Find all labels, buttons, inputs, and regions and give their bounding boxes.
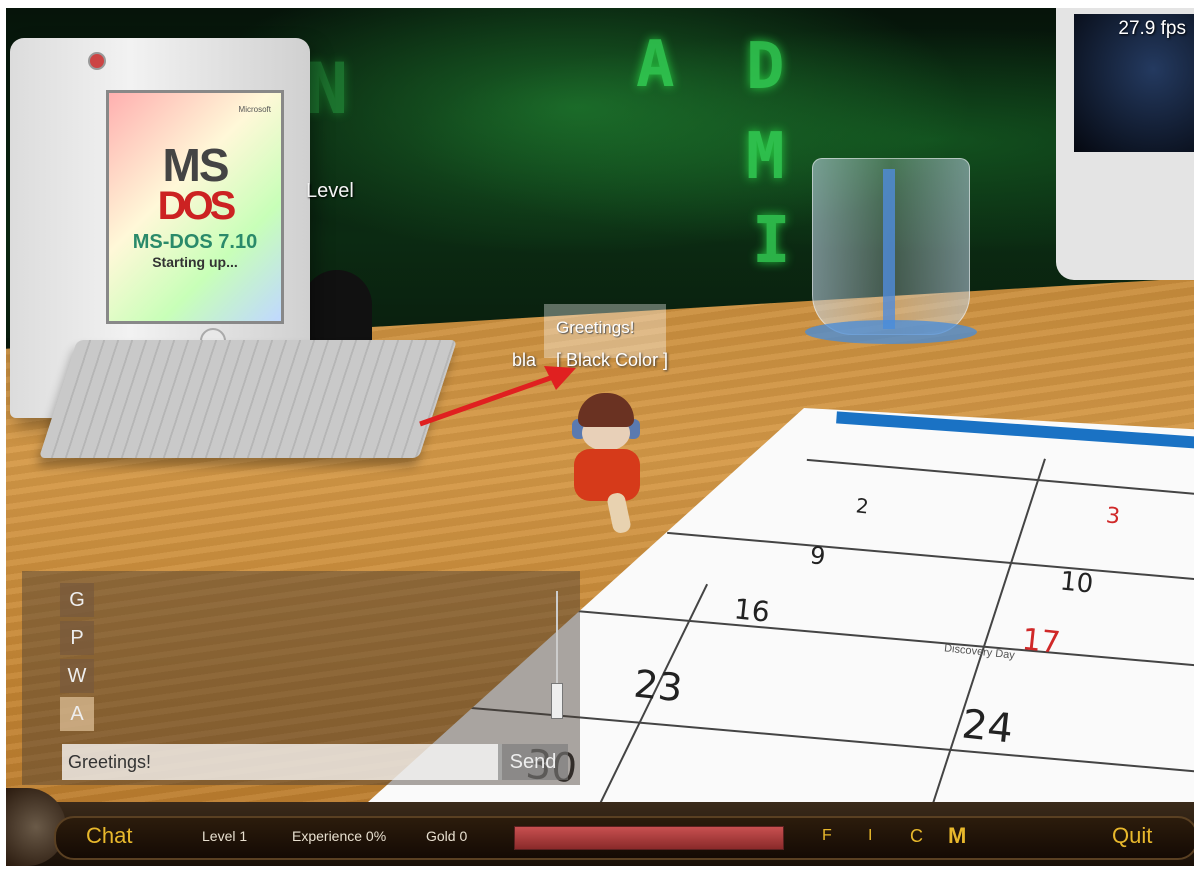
chat-input[interactable]: Greetings!: [62, 744, 502, 780]
avatar-body: [574, 449, 640, 501]
calendar-gridline: [667, 531, 1194, 587]
wall-glyph: A: [636, 28, 675, 102]
wall-glyph: N: [306, 48, 349, 130]
menu-button-i[interactable]: I: [868, 820, 872, 852]
menu-button-m[interactable]: M: [948, 820, 966, 852]
screen-version: MS-DOS 7.10: [132, 231, 258, 253]
avatar-hair: [578, 393, 634, 427]
quit-button[interactable]: Quit: [1112, 820, 1152, 852]
menu-button-c[interactable]: C: [910, 820, 923, 852]
right-monitor: [1056, 8, 1194, 280]
glass-base: [805, 320, 977, 344]
experience-bar: [514, 826, 784, 850]
menu-button-f[interactable]: F: [822, 820, 832, 852]
speaker: [302, 270, 372, 350]
red-arrow-annotation: [419, 366, 576, 427]
chat-panel: G P W A Greetings! Send: [22, 571, 580, 785]
screen-logo-ms: MS: [162, 139, 230, 191]
speech-bubble-text: Greetings!: [556, 318, 635, 337]
wall-glyph: D: [746, 30, 785, 104]
monitor-logo-icon: [88, 52, 106, 70]
gold-indicator: Gold 0: [426, 828, 468, 844]
chat-channel-global[interactable]: G: [60, 583, 94, 617]
glass-cup: [805, 158, 977, 344]
calendar-day: 17: [1020, 622, 1062, 661]
calendar-day: 9: [808, 541, 827, 571]
calendar-gridline: [517, 604, 1194, 674]
fps-counter: 27.9 fps: [1118, 18, 1186, 39]
screen-status: Starting up...: [152, 254, 238, 270]
chat-channel-all[interactable]: A: [60, 697, 94, 731]
chat-channel-party[interactable]: P: [60, 621, 94, 655]
player-avatar[interactable]: [566, 393, 656, 543]
monitor-screen: Microsoft MS DOS MS-DOS 7.10 Starting up…: [106, 90, 284, 324]
calendar-day: 3: [1104, 503, 1122, 530]
game-viewport[interactable]: A D M I N Microsoft MS DOS MS-DOS 7.10 S…: [6, 8, 1194, 866]
screen-logo-dos: DOS: [157, 184, 237, 228]
calendar-gridline: [806, 458, 1194, 500]
calendar-day: 23: [631, 661, 685, 711]
keyboard: [38, 340, 458, 458]
chat-scroll-thumb[interactable]: [551, 683, 563, 719]
glass-straw: [883, 169, 895, 329]
experience-indicator: Experience 0%: [292, 828, 387, 844]
calendar-day: 24: [959, 701, 1016, 753]
floating-level-label: Level: [306, 180, 354, 202]
wall-glyph: M: [746, 120, 785, 194]
calendar-day: 16: [732, 592, 772, 629]
level-indicator: Level 1: [202, 828, 248, 844]
calendar-day: 2: [854, 493, 870, 519]
wall-glyph: I: [752, 204, 791, 278]
chat-toggle-button[interactable]: Chat: [86, 820, 132, 852]
calendar-day: 10: [1058, 566, 1095, 600]
send-button[interactable]: Send: [498, 744, 568, 780]
chat-channel-whisper[interactable]: W: [60, 659, 94, 693]
screen-brand: Microsoft: [238, 105, 271, 114]
